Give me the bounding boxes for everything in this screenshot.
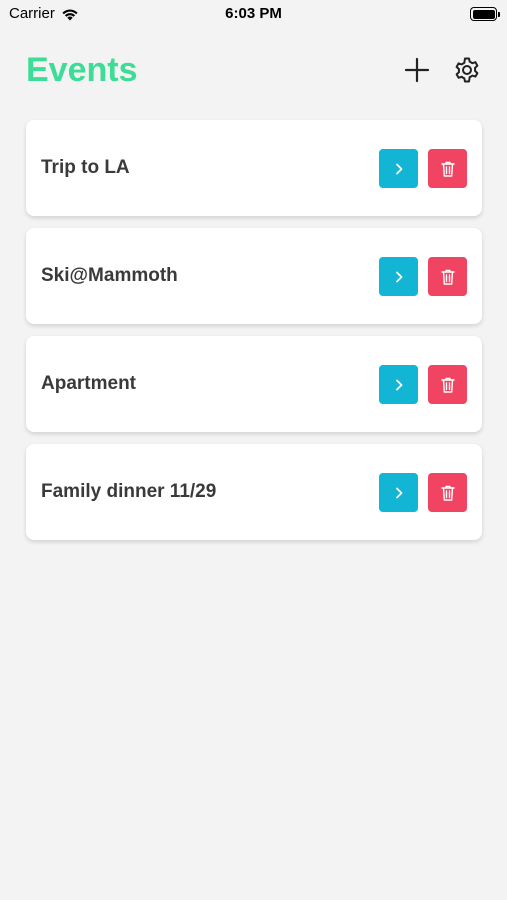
delete-event-button[interactable] [428,257,467,296]
settings-button[interactable] [453,56,481,84]
delete-event-button[interactable] [428,149,467,188]
status-time: 6:03 PM [225,5,282,22]
add-event-button[interactable] [403,56,431,84]
delete-event-button[interactable] [428,473,467,512]
event-name: Apartment [41,373,137,394]
event-card[interactable]: Ski@Mammoth [26,228,482,324]
trash-icon [440,377,455,393]
chevron-right-icon [395,271,402,282]
event-card[interactable]: Family dinner 11/29 [26,444,482,540]
gear-icon [455,57,479,83]
open-event-button[interactable] [379,257,418,296]
event-list: Trip to LA Ski@Mammoth Apartment Family … [26,120,482,552]
event-actions [379,149,467,188]
open-event-button[interactable] [379,473,418,512]
event-name: Family dinner 11/29 [41,481,217,502]
plus-icon [404,57,430,83]
trash-icon [440,485,455,501]
battery-icon [470,7,500,21]
event-card[interactable]: Apartment [26,336,482,432]
event-actions [379,365,467,404]
event-name: Ski@Mammoth [41,265,178,286]
open-event-button[interactable] [379,149,418,188]
chevron-right-icon [395,379,402,390]
header-actions [403,56,481,84]
chevron-right-icon [395,163,402,174]
open-event-button[interactable] [379,365,418,404]
trash-icon [440,269,455,285]
delete-event-button[interactable] [428,365,467,404]
event-actions [379,473,467,512]
trash-icon [440,161,455,177]
event-name: Trip to LA [41,157,130,178]
event-card[interactable]: Trip to LA [26,120,482,216]
status-bar: Carrier 6:03 PM [0,0,507,30]
header: Events [26,48,481,92]
event-actions [379,257,467,296]
chevron-right-icon [395,487,402,498]
